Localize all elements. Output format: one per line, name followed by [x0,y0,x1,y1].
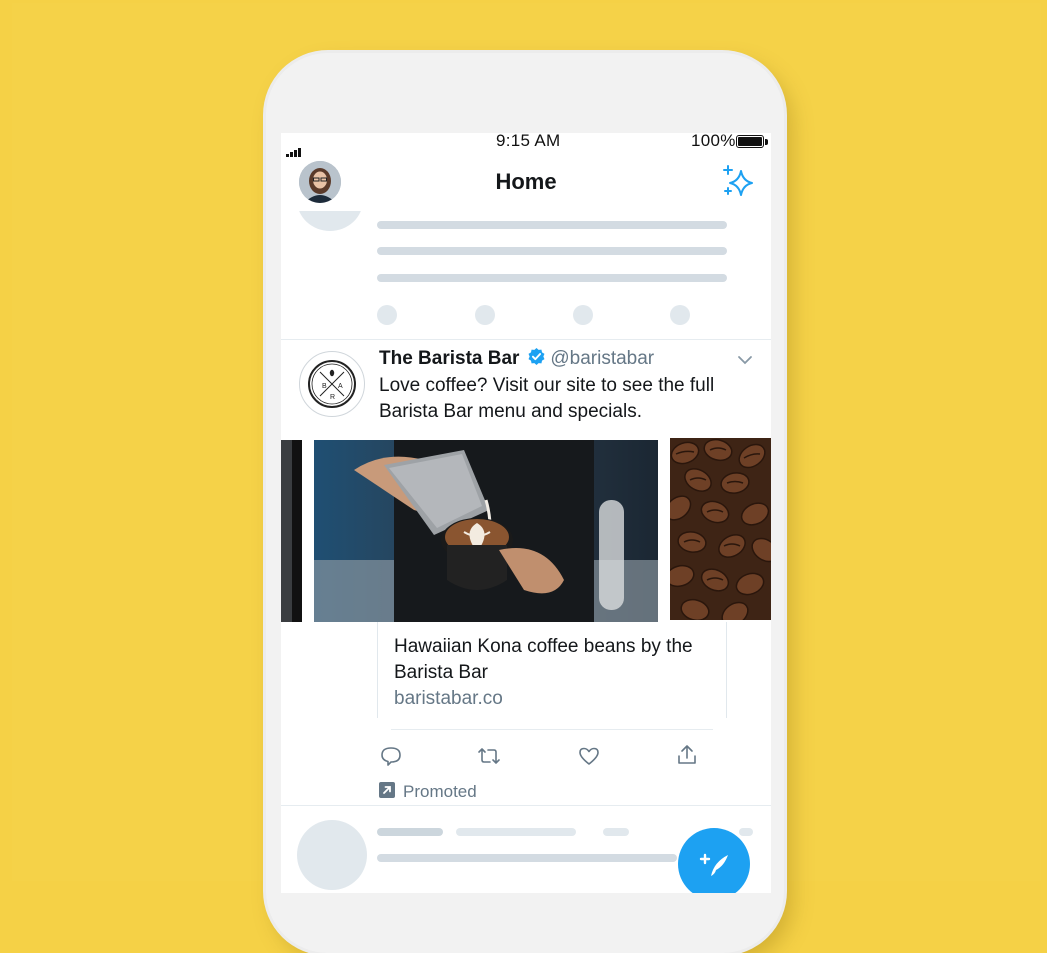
skeleton-line [377,274,727,282]
battery-icon [736,135,768,148]
svg-text:B: B [322,383,327,390]
skeleton-line [377,828,443,836]
page-title: Home [495,169,557,194]
barista-bar-logo[interactable]: B A R [299,351,365,417]
signal-icon [286,139,302,157]
timeline-divider [281,805,771,806]
promoted-icon [379,782,395,798]
timeline-divider [281,339,771,340]
carousel-image-previous[interactable] [281,440,302,622]
skeleton-line [603,828,629,836]
reply-icon[interactable] [380,745,402,772]
like-icon[interactable] [578,745,600,772]
svg-text:A: A [338,383,343,390]
verified-badge-icon [527,347,546,371]
card-bottom-border [391,729,713,730]
tweet-text: Love coffee? Visit our site to see the f… [379,375,715,422]
skeleton-line [377,247,727,255]
card-url[interactable]: baristabar.co [394,688,503,710]
sparkle-icon[interactable] [721,163,757,199]
skeleton-line [456,828,576,836]
card-title[interactable]: Hawaiian Kona coffee beans by the Barist… [394,634,704,686]
carousel-image-latte-art[interactable] [314,440,658,622]
promoted-label: Promoted [403,782,477,801]
skeleton-line [377,854,677,862]
skeleton-action [475,305,495,325]
compose-tweet-icon [699,853,728,876]
chevron-down-icon[interactable] [737,353,753,371]
svg-text:R: R [330,394,335,401]
status-time: 9:15 AM [496,133,561,150]
carousel-image-coffee-beans[interactable] [670,438,771,620]
retweet-icon[interactable] [476,745,502,772]
account-handle[interactable]: @baristabar [550,348,654,369]
share-icon[interactable] [676,743,698,772]
skeleton-avatar [297,820,367,890]
account-name[interactable]: The Barista Bar [379,348,519,369]
skeleton-action [377,305,397,325]
skeleton-action [670,305,690,325]
tweet-header: The Barista Bar @baristabar [379,347,654,371]
status-battery-percent: 100% [691,133,736,150]
compose-tweet-button[interactable] [678,828,750,893]
phone-screen: 9:15 AM 100% Home B A R The Barista Bar … [281,133,771,893]
skeleton-line [377,221,727,229]
skeleton-action [573,305,593,325]
